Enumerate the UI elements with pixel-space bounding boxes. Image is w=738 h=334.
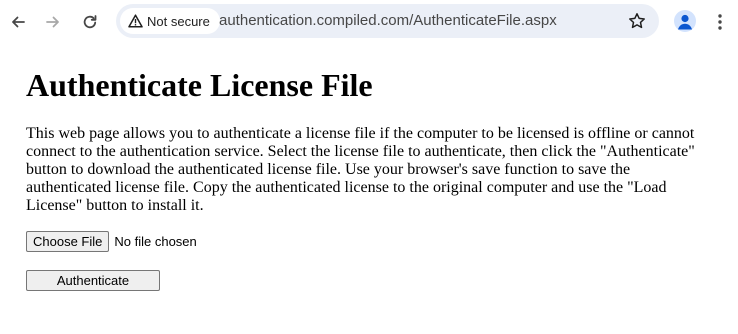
- forward-button[interactable]: [39, 8, 67, 36]
- address-bar[interactable]: Not secure authentication.compiled.com/A…: [116, 4, 659, 38]
- arrow-left-icon: [12, 16, 25, 28]
- authenticate-button[interactable]: Authenticate: [26, 270, 160, 291]
- browser-toolbar: Not secure authentication.compiled.com/A…: [0, 0, 738, 44]
- security-label: Not secure: [147, 13, 210, 29]
- profile-avatar-icon: [678, 14, 692, 30]
- profile-button[interactable]: [674, 10, 696, 32]
- security-indicator[interactable]: Not secure: [120, 8, 220, 34]
- bookmark-button[interactable]: [627, 11, 647, 31]
- choose-file-button[interactable]: Choose File: [26, 231, 110, 252]
- page-description: This web page allows you to authenticate…: [26, 125, 695, 214]
- kebab-menu-icon: [718, 14, 722, 30]
- star-icon: [629, 13, 645, 29]
- arrow-right-icon: [46, 16, 59, 28]
- reload-button[interactable]: [76, 8, 104, 36]
- file-input[interactable]: Choose File No file chosen: [26, 231, 197, 252]
- warning-triangle-icon: [128, 14, 143, 28]
- browser-menu-button[interactable]: [708, 8, 732, 36]
- back-button[interactable]: [4, 8, 32, 36]
- page-title: Authenticate License File: [26, 67, 373, 103]
- url-text[interactable]: authentication.compiled.com/Authenticate…: [219, 4, 557, 38]
- file-status-text: No file chosen: [114, 234, 197, 249]
- reload-icon: [83, 15, 97, 29]
